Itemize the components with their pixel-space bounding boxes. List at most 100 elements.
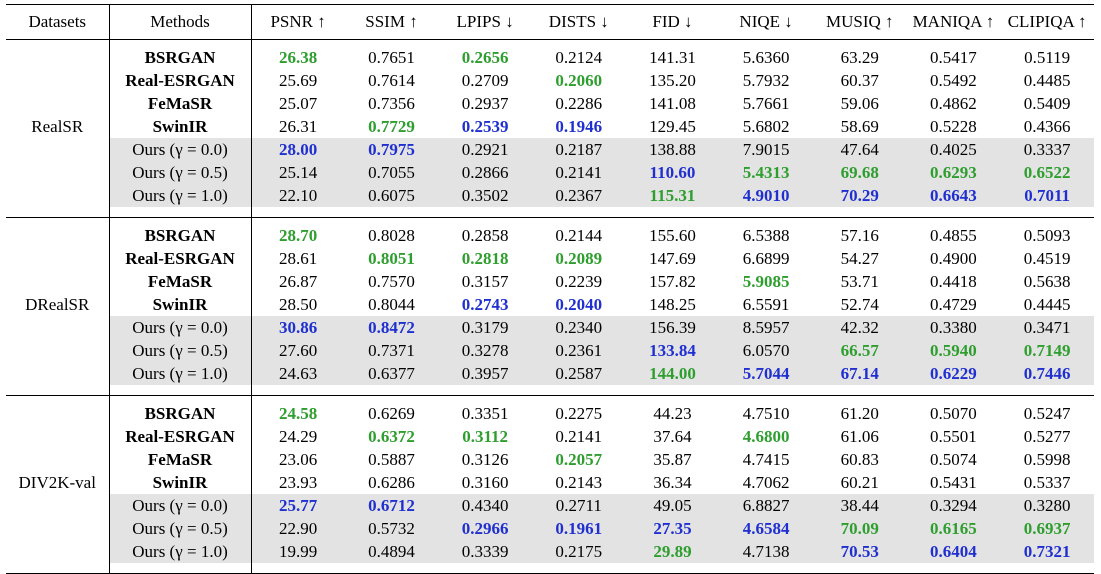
value-cell: 6.5388 — [742, 226, 790, 245]
table-row: Ours (γ = 1.0) 24.63 0.6377 0.3957 0.2587 144… — [6, 362, 1094, 385]
value-cell: 66.57 — [812, 339, 907, 362]
value-cell: 0.2275 — [555, 404, 603, 423]
header-musiq: MUSIQ ↑ — [812, 4, 907, 40]
value-cell: 0.2124 — [555, 48, 603, 67]
value-cell: 36.34 — [653, 473, 692, 492]
value-cell: 22.90 — [251, 517, 345, 540]
dataset-cell — [6, 46, 110, 69]
value-cell: 0.7446 — [1000, 362, 1094, 385]
value-cell: 0.2340 — [531, 316, 626, 339]
value-cell: 0.3112 — [462, 427, 509, 446]
method-cell: FeMaSR — [109, 448, 252, 471]
value-cell: 0.4445 — [1023, 295, 1071, 314]
dataset-cell — [6, 184, 110, 207]
value-cell: 0.2866 — [438, 161, 532, 184]
value-cell: 57.16 — [840, 226, 879, 245]
value-cell: 37.64 — [653, 427, 692, 446]
table-row: Ours (γ = 1.0) 22.10 0.6075 0.3502 0.2367 115… — [6, 184, 1094, 207]
method-cell: Ours (γ = 1.0) — [109, 184, 252, 207]
dataset-cell — [6, 517, 110, 540]
value-cell: 0.5940 — [906, 339, 1001, 362]
method-cell: Real-ESRGAN — [109, 425, 252, 448]
value-cell: 0.5074 — [930, 450, 977, 469]
dataset-label: DRealSR — [6, 293, 110, 316]
value-cell: 0.3337 — [1000, 138, 1094, 161]
value-cell: 25.77 — [251, 494, 345, 517]
method-cell: SwinIR — [109, 293, 252, 316]
header-datasets: Datasets — [6, 4, 110, 40]
value-cell: 0.2187 — [531, 138, 626, 161]
value-cell: 26.38 — [278, 48, 318, 67]
value-cell: 0.5093 — [1023, 226, 1071, 245]
value-cell: 5.7932 — [742, 71, 790, 90]
value-cell: 0.3278 — [438, 339, 532, 362]
value-cell: 19.99 — [251, 540, 345, 563]
method-cell: BSRGAN — [109, 46, 252, 69]
group-separator — [6, 207, 1094, 218]
value-cell: 0.3380 — [906, 316, 1001, 339]
value-cell: 0.7614 — [368, 71, 415, 90]
value-cell: 110.60 — [625, 161, 720, 184]
dataset-cell — [6, 224, 110, 247]
value-cell: 0.3179 — [438, 316, 532, 339]
value-cell: 115.31 — [625, 184, 720, 207]
value-cell: 5.4313 — [719, 161, 813, 184]
value-cell: 0.4900 — [930, 249, 977, 268]
value-cell: 5.6360 — [742, 48, 790, 67]
value-cell: 0.5409 — [1023, 94, 1071, 113]
value-cell: 0.5998 — [1023, 450, 1071, 469]
table-row: BSRGAN 26.38 0.7651 0.2656 0.2124 141.31 5.636… — [6, 46, 1094, 69]
value-cell: 0.2966 — [438, 517, 532, 540]
value-cell: 44.23 — [653, 404, 692, 423]
table-row: RealSR SwinIR 26.31 0.7729 0.2539 0.1946 129.4… — [6, 115, 1094, 138]
value-cell: 0.5247 — [1023, 404, 1071, 423]
method-cell: SwinIR — [109, 471, 252, 494]
value-cell: 0.3280 — [1000, 494, 1094, 517]
method-cell: FeMaSR — [109, 270, 252, 293]
value-cell: 0.6404 — [906, 540, 1001, 563]
value-cell: 60.37 — [840, 71, 879, 90]
value-cell: 8.5957 — [719, 316, 813, 339]
value-cell: 70.29 — [812, 184, 907, 207]
value-cell: 30.86 — [251, 316, 345, 339]
method-cell: Real-ESRGAN — [109, 69, 252, 92]
value-cell: 0.7729 — [368, 117, 415, 136]
value-cell: 0.2587 — [531, 362, 626, 385]
value-cell: 54.27 — [840, 249, 879, 268]
value-cell: 0.4340 — [438, 494, 532, 517]
table-row: Ours (γ = 1.0) 19.99 0.4894 0.3339 0.2175 29.… — [6, 540, 1094, 563]
value-cell: 0.2141 — [555, 427, 603, 446]
header-lpips: LPIPS ↓ — [438, 4, 532, 40]
value-cell: 70.09 — [812, 517, 907, 540]
table-row: Ours (γ = 0.5) 22.90 0.5732 0.2966 0.1961 27.… — [6, 517, 1094, 540]
value-cell: 0.5501 — [930, 427, 977, 446]
value-cell: 0.5070 — [930, 404, 977, 423]
dataset-label: RealSR — [6, 115, 110, 138]
value-cell: 7.9015 — [719, 138, 813, 161]
value-cell: 129.45 — [649, 117, 696, 136]
value-cell: 0.5228 — [930, 117, 977, 136]
value-cell: 0.6372 — [368, 427, 415, 446]
value-cell: 0.2040 — [555, 295, 603, 314]
value-cell: 0.6522 — [1000, 161, 1094, 184]
value-cell: 0.4862 — [930, 94, 977, 113]
value-cell: 0.2239 — [555, 272, 603, 291]
value-cell: 0.8028 — [368, 226, 415, 245]
value-cell: 4.6800 — [742, 427, 790, 446]
table-body: BSRGAN 26.38 0.7651 0.2656 0.2124 141.31 5.636… — [6, 39, 1094, 574]
value-cell: 4.6584 — [719, 517, 813, 540]
method-cell: BSRGAN — [109, 402, 252, 425]
value-cell: 0.2937 — [461, 94, 509, 113]
value-cell: 23.06 — [278, 450, 318, 469]
value-cell: 133.84 — [625, 339, 720, 362]
value-cell: 141.31 — [649, 48, 696, 67]
method-cell: Real-ESRGAN — [109, 247, 252, 270]
value-cell: 26.31 — [278, 117, 318, 136]
value-cell: 49.05 — [625, 494, 720, 517]
value-cell: 0.4519 — [1023, 249, 1071, 268]
dataset-cell — [6, 270, 110, 293]
table-row: Ours (γ = 0.5) 25.14 0.7055 0.2866 0.2141 110… — [6, 161, 1094, 184]
dataset-cell — [6, 69, 110, 92]
value-cell: 0.3471 — [1000, 316, 1094, 339]
header-ssim: SSIM ↑ — [344, 4, 439, 40]
